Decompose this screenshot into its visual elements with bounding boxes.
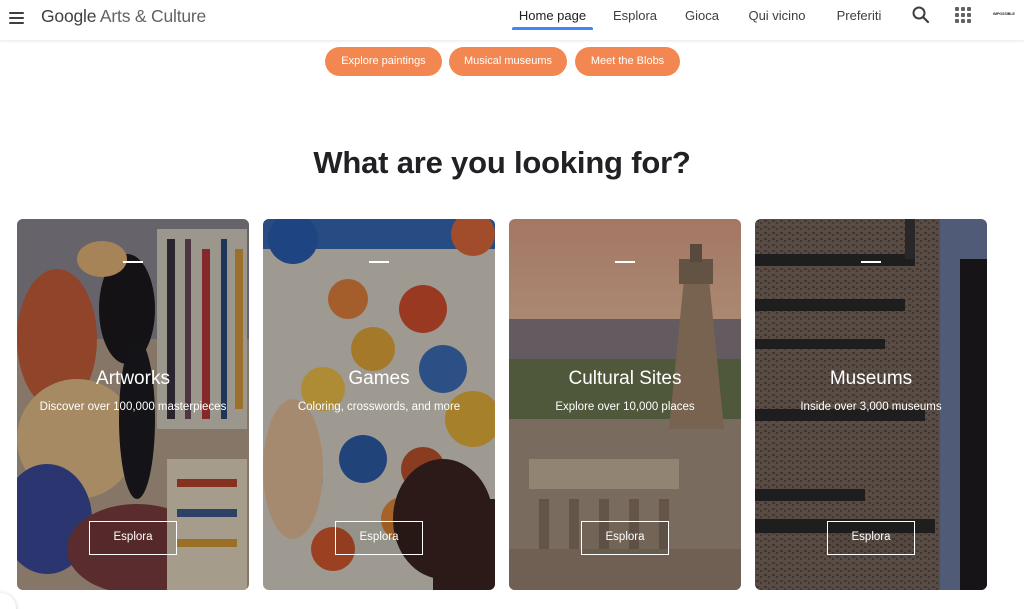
section-heading: What are you looking for?: [313, 145, 691, 180]
chip-musical-museums[interactable]: Musical museums: [449, 47, 567, 76]
nav-qui-vicino[interactable]: Qui vicino: [740, 0, 814, 32]
nav-esplora[interactable]: Esplora: [606, 0, 664, 32]
explore-button-games[interactable]: Esplora: [335, 521, 423, 555]
card-subtitle: Inside over 3,000 museums: [800, 401, 942, 413]
explore-button-museums[interactable]: Esplora: [827, 521, 915, 555]
card-museums[interactable]: Museums Inside over 3,000 museums Esplor…: [755, 219, 987, 590]
card-title: Cultural Sites: [568, 368, 682, 389]
active-tab-indicator: [512, 27, 593, 30]
card-title: Museums: [829, 368, 913, 389]
card-games[interactable]: Games Coloring, crosswords, and more Esp…: [263, 219, 495, 590]
chip-explore-paintings[interactable]: Explore paintings: [325, 47, 442, 76]
search-icon[interactable]: [910, 4, 932, 26]
nav-preferiti[interactable]: Preferiti: [827, 0, 891, 32]
floating-action-button[interactable]: [0, 593, 16, 609]
card-subtitle: Discover over 100,000 masterpieces: [39, 401, 227, 413]
chip-meet-the-blobs[interactable]: Meet the Blobs: [575, 47, 680, 76]
card-dash: [123, 261, 143, 263]
apps-grid-icon[interactable]: [955, 7, 971, 23]
card-cultural-sites[interactable]: Cultural Sites Explore over 10,000 place…: [509, 219, 741, 590]
card-subtitle: Coloring, crosswords, and more: [297, 401, 461, 413]
top-bar: Google Arts & Culture Home page Esplora …: [0, 0, 1024, 40]
explore-button-cultural-sites[interactable]: Esplora: [581, 521, 669, 555]
card-dash: [615, 261, 635, 263]
logo-arts-culture-text: Arts & Culture: [96, 6, 207, 26]
account-logo[interactable]: IMPOSSIBLE: [990, 12, 1018, 20]
menu-icon[interactable]: [6, 7, 30, 31]
explore-button-artworks[interactable]: Esplora: [89, 521, 177, 555]
card-dash: [861, 261, 881, 263]
card-title: Games: [348, 368, 410, 389]
card-dash: [369, 261, 389, 263]
card-subtitle: Explore over 10,000 places: [555, 401, 695, 413]
logo-google-text: Google: [41, 6, 97, 26]
card-title: Artworks: [96, 368, 170, 389]
site-logo[interactable]: Google Arts & Culture: [41, 6, 206, 27]
card-artworks[interactable]: Artworks Discover over 100,000 masterpie…: [17, 219, 249, 590]
nav-gioca[interactable]: Gioca: [677, 0, 727, 32]
